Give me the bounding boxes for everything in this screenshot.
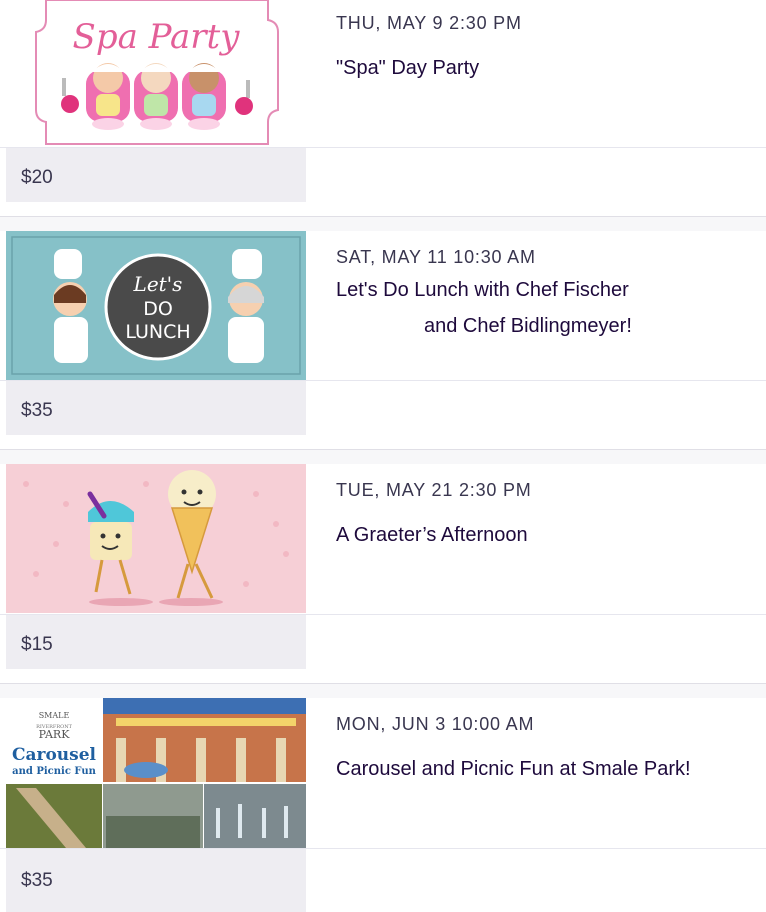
lunch-logo-do: DO xyxy=(143,298,173,320)
price-box: $35 xyxy=(6,381,306,435)
card-divider xyxy=(0,683,766,698)
price-box: $20 xyxy=(6,148,306,202)
event-price: $20 xyxy=(21,167,53,188)
price-row: $35 xyxy=(0,848,766,912)
smale-logo-park: PARK xyxy=(39,728,71,741)
event-info: MON, JUN 3 10:00 AM Carousel and Picnic … xyxy=(336,714,766,780)
event-date: SAT, MAY 11 10:30 AM xyxy=(336,247,536,267)
ice-cream-illustration xyxy=(23,470,289,606)
spa-party-illustration: Spa Party xyxy=(35,0,279,145)
spa-party-logo-text: Spa Party xyxy=(73,17,241,57)
smale-logo-picnic: and Picnic Fun xyxy=(12,766,96,777)
event-price: $15 xyxy=(21,634,53,655)
event-title[interactable]: Let's Do Lunch with Chef Fischer and Che… xyxy=(336,272,756,344)
event-date: TUE, MAY 21 2:30 PM xyxy=(336,480,532,500)
price-box: $15 xyxy=(6,615,306,669)
lunch-logo-lets: Let's xyxy=(133,272,183,296)
smale-logo-carousel: Carousel xyxy=(12,745,97,765)
event-info: TUE, MAY 21 2:30 PM A Graeter’s Afternoo… xyxy=(336,480,766,546)
event-info: THU, MAY 9 2:30 PM "Spa" Day Party xyxy=(336,13,766,79)
event-title-line[interactable]: Let's Do Lunch with Chef Fischer xyxy=(336,272,756,308)
event-title-line[interactable]: A Graeter’s Afternoon xyxy=(336,517,756,553)
price-row: $35 xyxy=(0,380,766,436)
event-title-line[interactable]: and Chef Bidlingmeyer! xyxy=(336,308,756,344)
event-title[interactable]: A Graeter’s Afternoon xyxy=(336,517,756,553)
event-title-line[interactable]: Carousel and Picnic Fun at Smale Park! xyxy=(336,751,756,787)
event-image-spa-party[interactable]: Spa Party xyxy=(6,0,306,147)
event-info: SAT, MAY 11 10:30 AM Let's Do Lunch with… xyxy=(336,247,766,337)
lunch-logo-lunch: LUNCH xyxy=(125,321,190,343)
event-price: $35 xyxy=(21,400,53,421)
event-price: $35 xyxy=(21,870,53,891)
smale-park-collage: SMALE RIVERFRONT PARK Carousel and Picni… xyxy=(6,698,306,848)
event-date: THU, MAY 9 2:30 PM xyxy=(336,13,522,33)
event-image-smale-park[interactable]: SMALE RIVERFRONT PARK Carousel and Picni… xyxy=(6,698,306,848)
card-divider xyxy=(0,216,766,231)
price-box: $35 xyxy=(6,849,306,912)
event-title[interactable]: "Spa" Day Party xyxy=(336,50,756,86)
event-image-graeters[interactable] xyxy=(6,464,306,613)
event-title[interactable]: Carousel and Picnic Fun at Smale Park! xyxy=(336,751,756,787)
lets-do-lunch-illustration: Let's DO LUNCH xyxy=(11,236,301,375)
event-date: MON, JUN 3 10:00 AM xyxy=(336,714,535,734)
price-row: $15 xyxy=(0,614,766,670)
event-image-lets-do-lunch[interactable]: Let's DO LUNCH xyxy=(6,231,306,380)
smale-logo-smale: SMALE xyxy=(39,711,70,720)
price-row: $20 xyxy=(0,147,766,203)
event-title-line[interactable]: "Spa" Day Party xyxy=(336,50,756,86)
card-divider xyxy=(0,449,766,464)
